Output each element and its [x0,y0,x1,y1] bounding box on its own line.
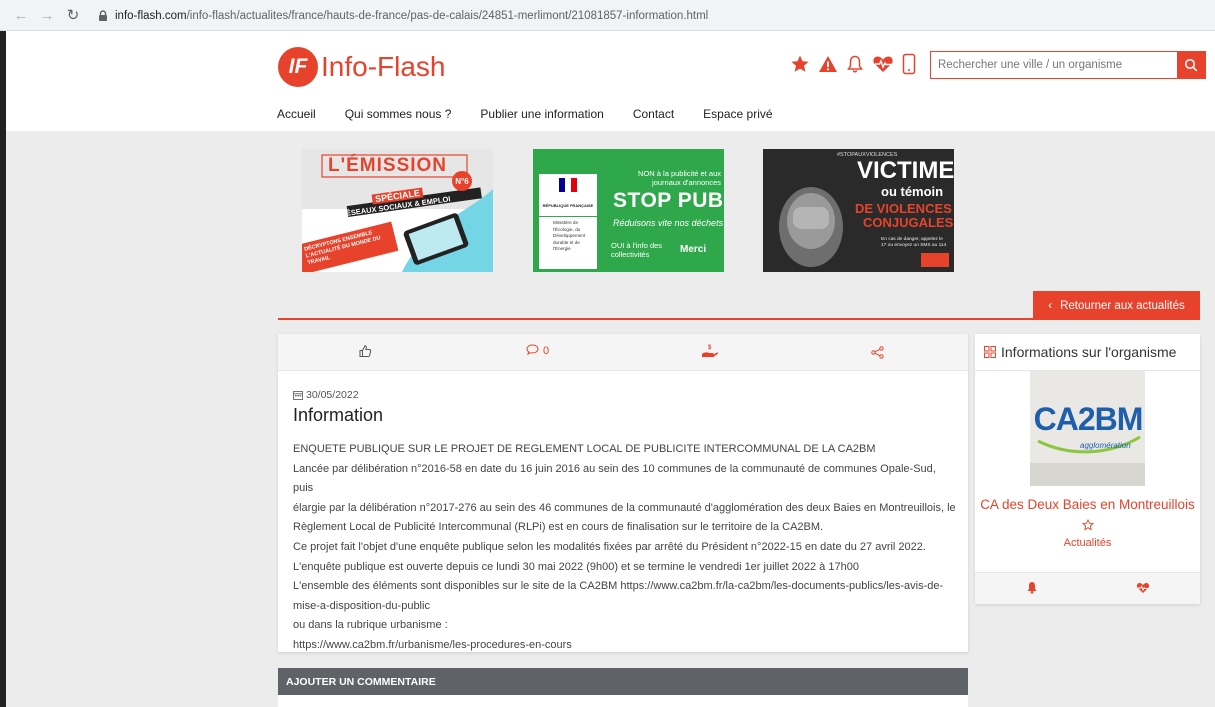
article-date: 30/05/2022 [293,389,359,401]
star-icon[interactable] [790,54,810,74]
article-line: L'ensemble des éléments sont disponibles… [293,580,944,593]
menu-item-publier[interactable]: Publier une information [480,107,603,121]
logo-badge: IF [278,47,318,87]
banner2-info: OUI à l'info des collectivités [611,241,663,259]
article-title: Information [293,405,384,425]
like-button[interactable] [358,344,372,358]
svg-text:$: $ [708,345,712,351]
window-edge [0,31,6,707]
search-box [930,51,1206,79]
grid-icon [984,346,996,358]
menu-item-contact[interactable]: Contact [633,107,674,121]
organisation-name[interactable]: CA des Deux Baies en Montreuillois [975,497,1200,512]
share-button[interactable] [871,346,884,359]
header-icons [790,53,916,75]
comments-icon [526,344,539,355]
calendar-icon [293,391,303,400]
chevron-left-icon: ‹ [1048,299,1053,312]
article-line: ENQUETE PUBLIQUE SUR LE PROJET DE REGLEM… [293,443,876,455]
heartbeat-icon[interactable] [1136,581,1150,599]
organisation-logo[interactable]: CA2BM agglomération [1030,371,1145,486]
banner-violences[interactable]: #STOPAUXVIOLENCES VICTIME ou témoin DE V… [763,149,954,272]
organisation-logo-text: CA2BM [1033,401,1144,437]
banner2-merci: Merci [680,244,707,255]
menu-item-espace-prive[interactable]: Espace privé [703,107,772,121]
banner3-sub: ou témoin [881,184,944,199]
banner2-title: STOP PUB [613,189,724,212]
site-header: IF Info-Flash Accueil Qui sommes nous ? … [6,31,1215,131]
logo-text: Info-Flash [321,51,446,82]
banner1-title: L'ÉMISSION [328,155,448,176]
forward-arrow-icon[interactable]: → [36,4,58,26]
banner1-badge: N°6 [452,171,472,191]
url-path: /info-flash/actualites/france/hauts-de-f… [186,9,709,22]
article-line: L'enquête publique est ouverte depuis ce… [293,560,859,573]
article-line: ou dans la rubrique urbanisme : [293,619,448,632]
star-outline-icon [1081,518,1094,531]
warning-icon[interactable] [818,54,838,74]
article-line: mise-a-disposition-du-public [293,599,430,612]
menu-item-accueil[interactable]: Accueil [277,107,316,121]
article-line: Ce projet fait l'objet d'une enquête pub… [293,540,926,553]
add-comment-section: AJOUTER UN COMMENTAIRE [278,668,968,707]
browser-toolbar: ← → ↻ info-flash.com/info-flash/actualit… [0,0,1215,31]
donate-hand-icon: $ [702,345,719,357]
banner3-red1: DE VIOLENCES [855,201,952,216]
organisation-card: Informations sur l'organisme CA2BM agglo… [975,334,1200,604]
bell-icon[interactable] [846,54,864,74]
comments-count: 0 [543,344,550,357]
banner3-title: VICTIME [857,157,954,184]
back-arrow-icon[interactable]: ← [10,4,32,26]
republique-label: RÉPUBLIQUE FRANÇAISE [542,203,594,208]
search-input[interactable] [931,52,1177,78]
banner2-top: NON à la publicité et aux journaux d'ann… [638,169,721,187]
article-body: ENQUETE PUBLIQUE SUR LE PROJET DE REGLEM… [293,440,958,656]
banner2-slogan: Réduisons vite nos déchets ! [613,218,724,228]
thumbs-up-icon [359,345,372,357]
organisation-header: Informations sur l'organisme [975,334,1200,371]
heartbeat-icon[interactable] [872,54,894,74]
banner3-note: En cas de danger, appelez le 17 ou envoy… [881,237,947,248]
republique-logo: RÉPUBLIQUE FRANÇAISE [539,174,597,216]
banner-stop-pub[interactable]: NON à la publicité et aux journaux d'ann… [533,149,724,272]
lock-icon [99,9,107,21]
bell-icon[interactable] [1026,581,1038,599]
article-line: élargie par la délibération n°2017-276 a… [293,501,956,514]
banner-emission[interactable]: L'ÉMISSION N°6 SPÉCIALE RÉSEAUX SOCIAUX … [302,149,493,272]
organisation-news-link[interactable]: Actualités [975,537,1200,549]
article-line: Lancée par délibération n°2016-58 en dat… [293,462,936,495]
add-comment-header: AJOUTER UN COMMENTAIRE [278,668,968,695]
reload-icon[interactable]: ↻ [62,4,84,26]
article-actions: 0 $ [278,334,968,371]
organisation-logo-sub: agglomération [1080,441,1131,450]
search-icon [1184,58,1198,72]
article-line: Règlement Local de Publicité Intercommun… [293,521,824,534]
donate-button[interactable]: $ [701,343,719,359]
organisation-actions [975,572,1200,604]
organisation-header-label: Informations sur l'organisme [1001,344,1177,360]
article-card: 0 $ 30/05/2022 Information ENQUETE PUBLI… [278,334,968,652]
back-to-news-label: Retourner aux actualités [1060,299,1185,312]
article-date-text: 30/05/2022 [306,389,359,401]
organisation-follow[interactable] [975,518,1200,536]
article-link[interactable]: https://www.ca2bm.fr/urbanisme/les-proce… [293,636,958,656]
ministry-text: Ministère de l'Écologie, du Développemen… [553,220,586,251]
address-bar[interactable]: info-flash.com/info-flash/actualites/fra… [96,5,708,26]
share-icon [871,346,884,359]
menu-item-qui-sommes-nous[interactable]: Qui sommes nous ? [345,107,452,121]
back-to-news-button[interactable]: ‹ Retourner aux actualités [1033,291,1200,320]
site-logo[interactable]: IF Info-Flash [278,47,446,87]
main-menu: Accueil Qui sommes nous ? Publier une in… [277,107,802,121]
url-domain: info-flash.com [115,9,187,22]
banner3-red2: CONJUGALES ? [863,215,954,230]
mobile-icon[interactable] [902,53,916,75]
search-button[interactable] [1177,52,1205,78]
ministry-block: Ministère de l'Écologie, du Développemen… [539,217,597,269]
comments-button[interactable]: 0 [526,344,549,357]
